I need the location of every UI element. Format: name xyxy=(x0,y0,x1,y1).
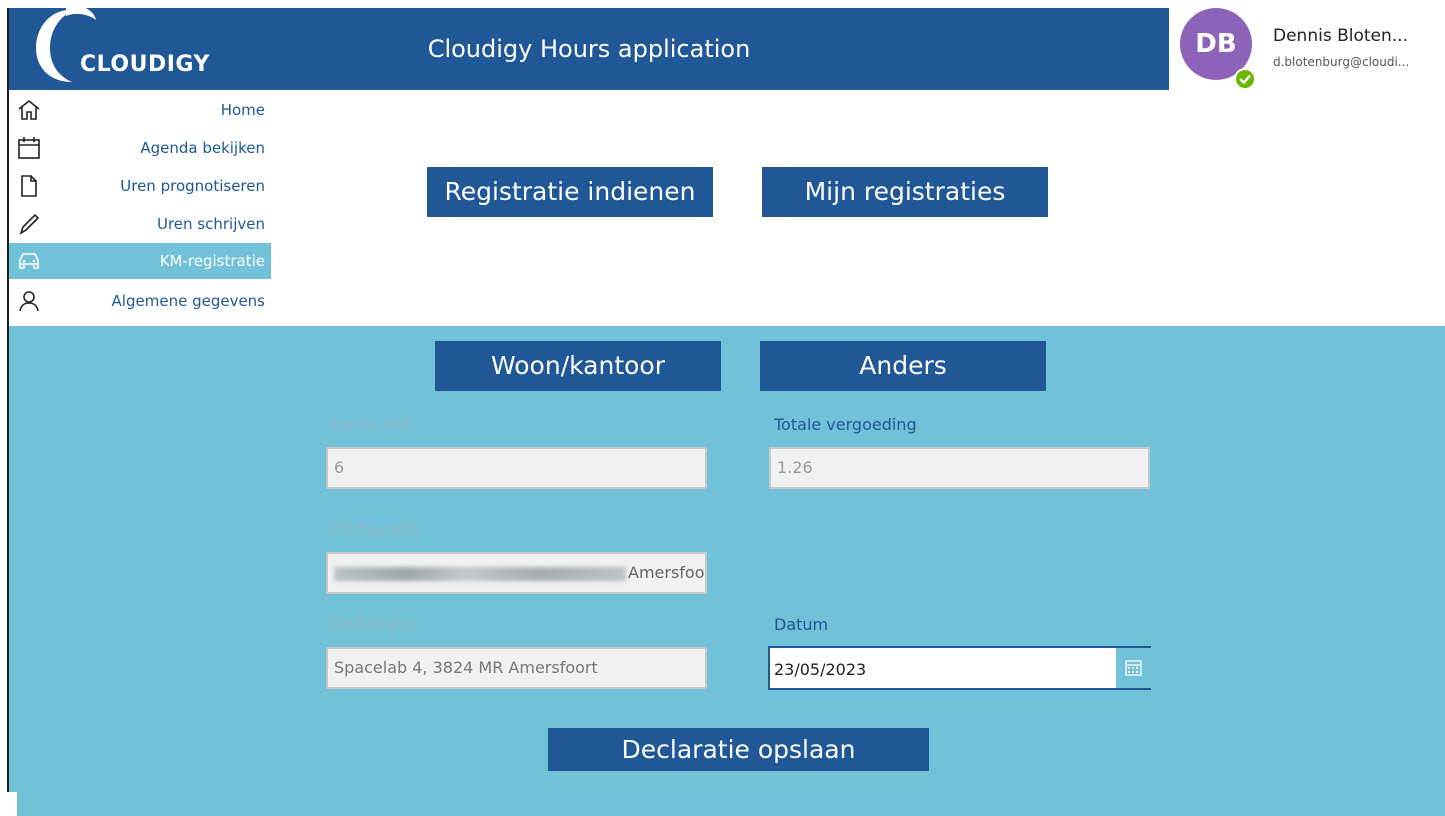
presence-available-icon xyxy=(1234,68,1256,90)
user-email: d.blotenburg@cloudi... xyxy=(1273,55,1410,69)
sidebar-item-algemene-gegevens[interactable]: Algemene gegevens xyxy=(9,283,271,319)
panel-corner-gap xyxy=(9,792,17,816)
person-icon xyxy=(17,290,41,312)
aantal-km-label: Aantal KM xyxy=(328,415,409,434)
registratie-indienen-button[interactable]: Registratie indienen xyxy=(427,167,713,217)
startlocatie-value: Amersfoo xyxy=(628,563,705,582)
user-name: Dennis Bloten... xyxy=(1273,26,1408,46)
sidebar-item-label: Uren schrijven xyxy=(156,215,265,233)
calendar-icon xyxy=(17,137,41,159)
calendar-picker-button[interactable] xyxy=(1116,648,1151,688)
aantal-km-field[interactable]: 6 xyxy=(326,447,707,489)
declaratie-opslaan-button[interactable]: Declaratie opslaan xyxy=(548,728,929,771)
pencil-icon xyxy=(17,213,41,235)
document-icon xyxy=(17,175,41,197)
sidebar-item-uren-prognotiseren[interactable]: Uren prognotiseren xyxy=(9,168,271,204)
sidebar-item-label: KM-registratie xyxy=(159,252,265,270)
eindlocatie-field[interactable]: Spacelab 4, 3824 MR Amersfoort xyxy=(326,647,707,689)
sidebar-item-label: Algemene gegevens xyxy=(111,292,265,310)
woon-kantoor-button[interactable]: Woon/kantoor xyxy=(435,341,721,391)
datum-date-picker[interactable]: 23/05/2023 xyxy=(768,646,1151,690)
eindlocatie-label: Eindlocatie xyxy=(328,615,417,634)
totale-vergoeding-label: Totale vergoeding xyxy=(774,415,917,434)
anders-button[interactable]: Anders xyxy=(760,341,1046,391)
sidebar-item-agenda[interactable]: Agenda bekijken xyxy=(9,130,271,166)
startlocatie-label: Startlocatie xyxy=(328,520,421,539)
redacted-address xyxy=(334,566,626,581)
sidebar-item-km-registratie[interactable]: KM-registratie xyxy=(9,243,271,279)
logo-text: CLOUDIGY xyxy=(80,52,210,77)
home-icon xyxy=(17,99,41,121)
sidebar-item-label: Home xyxy=(220,101,265,119)
sidebar-item-label: Uren prognotiseren xyxy=(120,177,265,195)
datum-label: Datum xyxy=(774,615,829,634)
sidebar-item-label: Agenda bekijken xyxy=(140,139,265,157)
datum-value[interactable]: 23/05/2023 xyxy=(774,648,866,688)
sidebar-item-uren-schrijven[interactable]: Uren schrijven xyxy=(9,206,271,242)
cloudigy-logo: CLOUDIGY xyxy=(22,5,222,82)
sidebar-item-home[interactable]: Home xyxy=(9,92,271,128)
calendar-icon xyxy=(1125,660,1142,676)
totale-vergoeding-field[interactable]: 1.26 xyxy=(769,447,1150,489)
car-icon xyxy=(17,250,41,272)
mijn-registraties-button[interactable]: Mijn registraties xyxy=(762,167,1048,217)
startlocatie-field[interactable]: Amersfoo xyxy=(326,552,707,594)
